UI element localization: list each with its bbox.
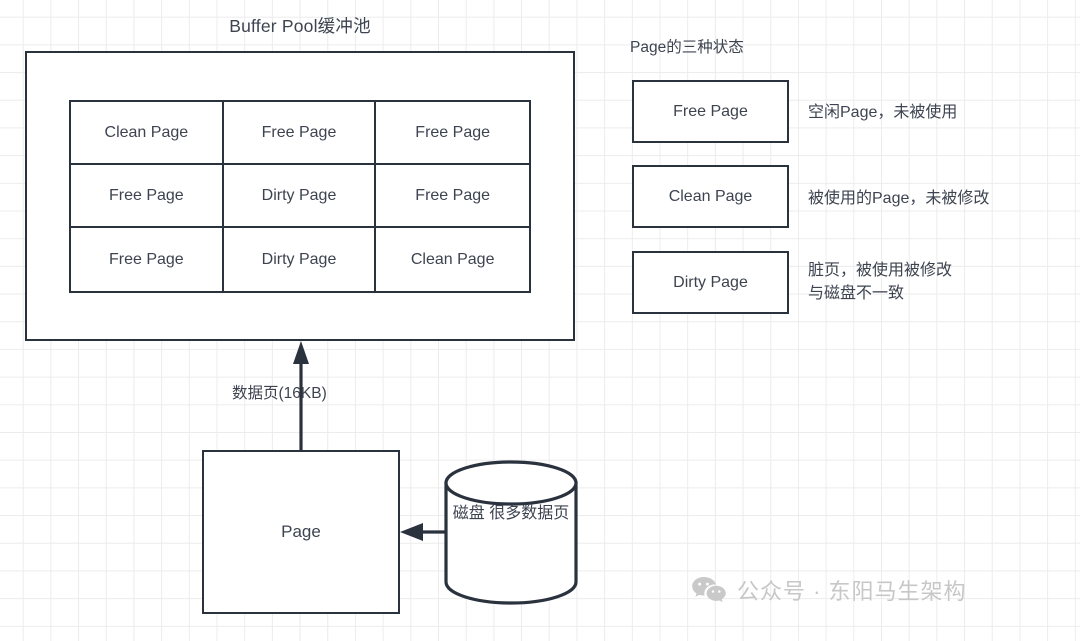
legend-description-free-page: 空闲Page，未被使用 xyxy=(808,104,958,121)
page-cell: Free Page xyxy=(71,228,224,291)
legend-description-dirty-page: 脏页，被使用被修改 与磁盘不一致 xyxy=(808,262,953,303)
disk-cylinder-icon xyxy=(444,460,578,605)
buffer-pool-title: Buffer Pool缓冲池 xyxy=(229,16,371,36)
page-cell: Free Page xyxy=(223,102,377,165)
arrow-disk-to-page xyxy=(400,523,445,541)
watermark: 公众号 · 东阳马生架构 xyxy=(692,574,967,606)
page-states-title: Page的三种状态 xyxy=(630,39,744,56)
data-page-size-label: 数据页(16KB) xyxy=(232,385,327,402)
diagram-canvas: Buffer Pool缓冲池 Clean Page Free Page Free… xyxy=(0,0,1080,641)
disk-label: 磁盘 很多数据页 xyxy=(452,505,570,522)
legend-description-clean-page: 被使用的Page，未被修改 xyxy=(808,190,990,207)
legend-box-clean-page: Clean Page xyxy=(632,165,789,228)
page-cell: Clean Page xyxy=(71,102,224,165)
page-cell: Dirty Page xyxy=(224,228,377,291)
page-box: Page xyxy=(202,450,400,614)
page-cell: Free Page xyxy=(376,165,529,228)
page-cell: Free Page xyxy=(376,102,529,165)
page-grid: Clean Page Free Page Free Page Free Page… xyxy=(69,100,531,293)
watermark-text: 公众号 · 东阳马生架构 xyxy=(737,579,967,604)
legend-box-dirty-page: Dirty Page xyxy=(632,251,789,314)
page-cell: Clean Page xyxy=(410,250,495,268)
wechat-icon xyxy=(692,576,726,602)
page-cell: Dirty Page xyxy=(223,165,377,228)
legend-box-free-page: Free Page xyxy=(632,80,789,143)
page-cell: Free Page xyxy=(71,165,224,228)
